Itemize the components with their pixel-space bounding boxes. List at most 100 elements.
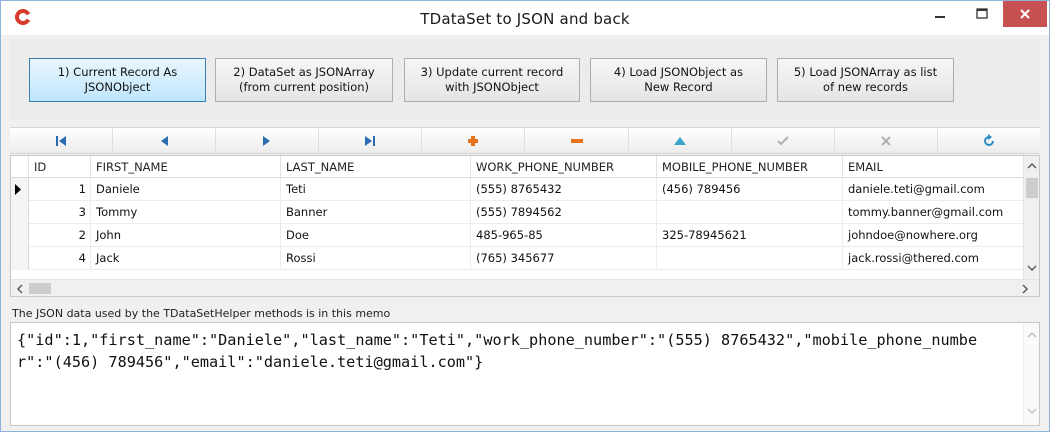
column-header-id[interactable]: ID <box>29 156 91 178</box>
memo-scroll-down-icon[interactable] <box>1027 407 1037 415</box>
row-indicator <box>11 224 29 247</box>
nav-prior-button[interactable] <box>113 128 217 153</box>
nav-cancel-button[interactable] <box>834 128 938 153</box>
button-label-line2: New Record <box>644 80 713 94</box>
cell-email[interactable]: tommy.banner@gmail.com <box>843 201 1025 224</box>
button-label-line2: JSONObject <box>84 80 151 94</box>
cell-first-name[interactable]: John <box>91 224 281 247</box>
column-header-mobile-phone[interactable]: MOBILE_PHONE_NUMBER <box>657 156 843 178</box>
nav-post-button[interactable] <box>731 128 835 153</box>
grid-vertical-scrollbar[interactable] <box>1023 156 1039 280</box>
table-row[interactable]: 2 John Doe 485-965-85 325-78945621 johnd… <box>11 224 1025 247</box>
row-indicator <box>11 201 29 224</box>
delete-icon <box>570 138 583 143</box>
minimize-button[interactable] <box>920 1 960 27</box>
scroll-right-icon[interactable] <box>1021 284 1029 294</box>
cell-last-name[interactable]: Rossi <box>281 247 471 270</box>
next-icon <box>263 135 271 146</box>
action-panel: 1) Current Record As JSONObject 2) DataS… <box>10 41 1040 119</box>
grid-horizontal-scrollbar[interactable] <box>11 279 1039 296</box>
cancel-icon <box>881 135 891 146</box>
prior-icon <box>161 135 169 146</box>
post-icon <box>776 135 789 145</box>
button-label-line1: 1) Current Record As <box>57 65 178 79</box>
update-current-record-button[interactable]: 3) Update current record with JSONObject <box>404 58 580 102</box>
maximize-button[interactable] <box>962 1 1002 27</box>
cell-first-name[interactable]: Jack <box>91 247 281 270</box>
cell-last-name[interactable]: Banner <box>281 201 471 224</box>
title-bar: TDataSet to JSON and back <box>1 1 1049 35</box>
column-header-last-name[interactable]: LAST_NAME <box>281 156 471 178</box>
button-label-line1: 2) DataSet as JSONArray <box>233 65 375 79</box>
nav-next-button[interactable] <box>216 128 320 153</box>
load-jsonobject-as-new-record-button[interactable]: 4) Load JSONObject as New Record <box>590 58 767 102</box>
cell-id[interactable]: 3 <box>29 201 91 224</box>
cell-mobile-phone[interactable] <box>657 247 843 270</box>
cell-email[interactable]: daniele.teti@gmail.com <box>843 178 1025 201</box>
button-label-line1: 4) Load JSONObject as <box>613 65 744 79</box>
scroll-up-icon[interactable] <box>1027 162 1037 170</box>
row-indicator <box>11 178 29 201</box>
nav-refresh-button[interactable] <box>937 128 1040 153</box>
button-label-line2: with JSONObject <box>445 80 539 94</box>
cell-id[interactable]: 1 <box>29 178 91 201</box>
scroll-left-icon[interactable] <box>16 284 24 294</box>
cell-mobile-phone[interactable] <box>657 201 843 224</box>
data-grid[interactable]: ID FIRST_NAME LAST_NAME WORK_PHONE_NUMBE… <box>10 155 1040 297</box>
cell-id[interactable]: 4 <box>29 247 91 270</box>
button-label-line2: of new records <box>823 80 908 94</box>
window-title: TDataSet to JSON and back <box>420 10 630 28</box>
row-indicator <box>11 247 29 270</box>
cell-last-name[interactable]: Doe <box>281 224 471 247</box>
cell-work-phone[interactable]: 485-965-85 <box>471 224 657 247</box>
cell-work-phone[interactable]: (555) 7894562 <box>471 201 657 224</box>
cell-first-name[interactable]: Daniele <box>91 178 281 201</box>
cell-last-name[interactable]: Teti <box>281 178 471 201</box>
memo-vertical-scrollbar[interactable] <box>1023 323 1039 425</box>
edit-icon <box>673 136 686 145</box>
cell-work-phone[interactable]: (555) 8765432 <box>471 178 657 201</box>
nav-last-button[interactable] <box>319 128 423 153</box>
first-icon <box>56 135 67 146</box>
insert-icon <box>468 135 479 146</box>
memo-label: The JSON data used by the TDataSetHelper… <box>12 307 391 320</box>
table-row[interactable]: 3 Tommy Banner (555) 7894562 tommy.banne… <box>11 201 1025 224</box>
close-button[interactable] <box>1003 1 1047 27</box>
json-memo[interactable]: {"id":1,"first_name":"Daniele","last_nam… <box>10 322 1040 426</box>
last-icon <box>365 135 376 146</box>
column-header-work-phone[interactable]: WORK_PHONE_NUMBER <box>471 156 657 178</box>
button-label-line1: 5) Load JSONArray as list <box>793 65 938 79</box>
db-navigator <box>10 127 1040 154</box>
horizontal-scroll-thumb[interactable] <box>29 283 51 294</box>
current-row-icon <box>15 184 21 195</box>
memo-scroll-up-icon[interactable] <box>1027 331 1037 339</box>
column-header-first-name[interactable]: FIRST_NAME <box>91 156 281 178</box>
nav-delete-button[interactable] <box>525 128 629 153</box>
dataset-as-jsonarray-button[interactable]: 2) DataSet as JSONArray (from current po… <box>215 58 393 102</box>
cell-work-phone[interactable]: (765) 345677 <box>471 247 657 270</box>
nav-first-button[interactable] <box>10 128 114 153</box>
app-window: TDataSet to JSON and back 1) Current Rec… <box>0 0 1050 432</box>
cell-mobile-phone[interactable]: (456) 789456 <box>657 178 843 201</box>
vertical-scroll-thumb[interactable] <box>1026 178 1038 198</box>
refresh-icon <box>983 133 994 146</box>
maximize-icon <box>976 8 988 19</box>
grid-header: ID FIRST_NAME LAST_NAME WORK_PHONE_NUMBE… <box>11 156 1025 178</box>
cell-first-name[interactable]: Tommy <box>91 201 281 224</box>
column-header-email[interactable]: EMAIL <box>843 156 1025 178</box>
cell-email[interactable]: jack.rossi@thered.com <box>843 247 1025 270</box>
indicator-header <box>11 156 29 178</box>
nav-insert-button[interactable] <box>422 128 526 153</box>
load-jsonarray-as-new-records-button[interactable]: 5) Load JSONArray as list of new records <box>777 58 954 102</box>
table-row[interactable]: 1 Daniele Teti (555) 8765432 (456) 78945… <box>11 178 1025 201</box>
button-label-line2: (from current position) <box>238 80 370 94</box>
scroll-down-icon[interactable] <box>1027 264 1037 272</box>
json-memo-text[interactable]: {"id":1,"first_name":"Daniele","last_nam… <box>17 329 1007 373</box>
minimize-icon <box>935 16 945 18</box>
table-row[interactable]: 4 Jack Rossi (765) 345677 jack.rossi@the… <box>11 247 1025 270</box>
current-record-as-jsonobject-button[interactable]: 1) Current Record As JSONObject <box>29 58 206 102</box>
nav-edit-button[interactable] <box>628 128 732 153</box>
cell-mobile-phone[interactable]: 325-78945621 <box>657 224 843 247</box>
cell-id[interactable]: 2 <box>29 224 91 247</box>
cell-email[interactable]: johndoe@nowhere.org <box>843 224 1025 247</box>
